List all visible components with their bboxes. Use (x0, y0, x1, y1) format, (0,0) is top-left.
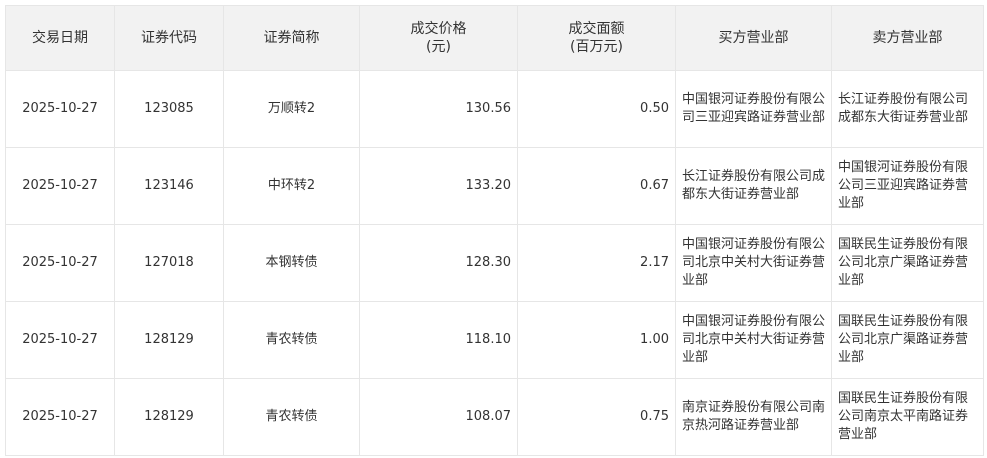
cell-price: 133.20 (359, 147, 518, 225)
header-trade-date[interactable]: 交易日期 (5, 5, 115, 71)
cell-buyer: 中国银河证券股份有限公司北京中关村大街证券营业部 (675, 301, 832, 379)
cell-date: 2025-10-27 (5, 224, 115, 302)
cell-code: 128129 (114, 378, 224, 456)
cell-amount: 2.17 (517, 224, 676, 302)
cell-price: 118.10 (359, 301, 518, 379)
table-header-row: 交易日期 证券代码 证券简称 成交价格 (元) 成交面额 (百万元) 买方营业部 卖… (5, 5, 984, 71)
cell-amount: 1.00 (517, 301, 676, 379)
cell-seller: 国联民生证券股份有限公司南京太平南路证券营业部 (831, 378, 984, 456)
cell-date: 2025-10-27 (5, 147, 115, 225)
header-security-name[interactable]: 证券简称 (223, 5, 360, 71)
header-buyer-branch[interactable]: 买方营业部 (675, 5, 832, 71)
cell-name: 本钢转债 (223, 224, 360, 302)
cell-code: 128129 (114, 301, 224, 379)
cell-seller: 中国银河证券股份有限公司三亚迎宾路证券营业部 (831, 147, 984, 225)
cell-code: 127018 (114, 224, 224, 302)
table-row: 2025-10-27 123085 万顺转2 130.56 0.50 中国银河证… (5, 70, 984, 148)
cell-buyer: 中国银河证券股份有限公司三亚迎宾路证券营业部 (675, 70, 832, 148)
header-amount[interactable]: 成交面额 (百万元) (517, 5, 676, 71)
cell-buyer: 中国银河证券股份有限公司北京中关村大街证券营业部 (675, 224, 832, 302)
cell-seller: 国联民生证券股份有限公司北京广渠路证券营业部 (831, 301, 984, 379)
cell-price: 128.30 (359, 224, 518, 302)
block-trade-table: 交易日期 证券代码 证券简称 成交价格 (元) 成交面额 (百万元) 买方营业部 卖… (5, 5, 984, 456)
cell-name: 青农转债 (223, 301, 360, 379)
cell-name: 中环转2 (223, 147, 360, 225)
cell-seller: 长江证券股份有限公司成都东大街证券营业部 (831, 70, 984, 148)
header-security-code[interactable]: 证券代码 (114, 5, 224, 71)
table-row: 2025-10-27 128129 青农转债 118.10 1.00 中国银河证… (5, 301, 984, 379)
header-seller-branch[interactable]: 卖方营业部 (831, 5, 984, 71)
cell-price: 108.07 (359, 378, 518, 456)
cell-date: 2025-10-27 (5, 378, 115, 456)
cell-amount: 0.50 (517, 70, 676, 148)
cell-price: 130.56 (359, 70, 518, 148)
cell-buyer: 南京证券股份有限公司南京热河路证券营业部 (675, 378, 832, 456)
cell-date: 2025-10-27 (5, 301, 115, 379)
cell-date: 2025-10-27 (5, 70, 115, 148)
cell-buyer: 长江证券股份有限公司成都东大街证券营业部 (675, 147, 832, 225)
table-row: 2025-10-27 123146 中环转2 133.20 0.67 长江证券股… (5, 147, 984, 225)
table-row: 2025-10-27 127018 本钢转债 128.30 2.17 中国银河证… (5, 224, 984, 302)
cell-name: 万顺转2 (223, 70, 360, 148)
cell-amount: 0.67 (517, 147, 676, 225)
table-row: 2025-10-27 128129 青农转债 108.07 0.75 南京证券股… (5, 378, 984, 456)
cell-amount: 0.75 (517, 378, 676, 456)
cell-code: 123146 (114, 147, 224, 225)
header-price[interactable]: 成交价格 (元) (359, 5, 518, 71)
cell-seller: 国联民生证券股份有限公司北京广渠路证券营业部 (831, 224, 984, 302)
cell-name: 青农转债 (223, 378, 360, 456)
cell-code: 123085 (114, 70, 224, 148)
